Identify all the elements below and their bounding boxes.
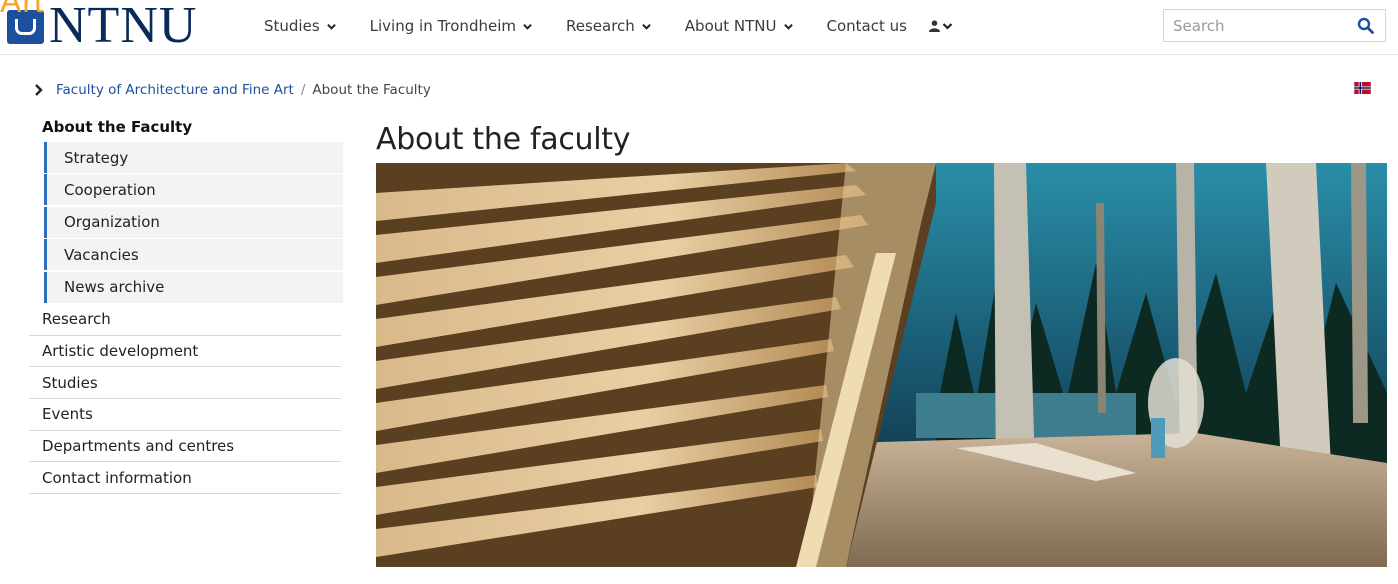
nav-living-in-trondheim[interactable]: Living in Trondheim <box>370 17 532 35</box>
user-icon <box>928 20 940 32</box>
nav-contact-label: Contact us <box>826 17 907 35</box>
sidebar-item-news-archive[interactable]: News archive <box>44 271 343 303</box>
search-input[interactable] <box>1164 10 1362 41</box>
nav-about-label: About NTNU <box>684 17 777 35</box>
main-nav: Studies Living in Trondheim Research Abo… <box>264 17 953 35</box>
search-box <box>1163 9 1386 42</box>
chevron-down-icon <box>783 23 793 30</box>
nav-living-label: Living in Trondheim <box>369 17 516 35</box>
hero-illustration <box>376 163 1387 567</box>
breadcrumb: Faculty of Architecture and Fine Art / A… <box>34 82 431 98</box>
sidebar-item-research[interactable]: Research <box>29 304 341 336</box>
norwegian-flag-icon[interactable] <box>1354 82 1371 94</box>
sidebar-item-strategy[interactable]: Strategy <box>44 142 343 173</box>
sidebar-item-events[interactable]: Events <box>29 399 341 431</box>
breadcrumb-faculty-link[interactable]: Faculty of Architecture and Fine Art <box>56 82 294 98</box>
sidebar-item-departments[interactable]: Departments and centres <box>29 431 341 463</box>
sidebar-item-vacancies[interactable]: Vacancies <box>44 239 343 271</box>
top-navigation-bar: NTNU Art Studies Living in Trondheim Res… <box>0 0 1398 55</box>
nav-studies[interactable]: Studies <box>264 17 336 35</box>
nav-research-label: Research <box>565 17 635 35</box>
sidebar-sublist: Strategy Cooperation Organization Vacanc… <box>44 142 343 303</box>
sidebar-item-studies[interactable]: Studies <box>29 367 341 400</box>
hero-image <box>376 163 1387 567</box>
nav-research[interactable]: Research <box>566 17 651 35</box>
logo-text: NTNU <box>49 0 198 54</box>
sidebar-item-cooperation[interactable]: Cooperation <box>44 174 343 206</box>
nav-contact-us[interactable]: Contact us <box>827 17 907 35</box>
user-menu[interactable] <box>928 20 953 32</box>
nav-studies-label: Studies <box>264 17 320 35</box>
chevron-right-icon <box>35 84 43 96</box>
sidebar-navigation: About the Faculty Strategy Cooperation O… <box>29 114 343 495</box>
sidebar-heading[interactable]: About the Faculty <box>29 114 341 142</box>
sidebar-item-contact-information[interactable]: Contact information <box>29 462 341 495</box>
chevron-down-icon <box>523 23 532 30</box>
page-title: About the faculty <box>376 122 631 157</box>
nav-about-ntnu[interactable]: About NTNU <box>685 17 793 35</box>
breadcrumb-current: About the Faculty <box>312 82 431 98</box>
chevron-down-icon <box>326 23 336 30</box>
chevron-down-icon <box>641 23 651 30</box>
sidebar-item-organization[interactable]: Organization <box>44 206 343 238</box>
breadcrumb-separator: / <box>300 82 306 98</box>
logo-overlay-text: Art <box>0 0 44 19</box>
search-icon[interactable] <box>1357 17 1375 35</box>
sidebar-item-artistic-development[interactable]: Artistic development <box>29 336 341 368</box>
chevron-down-icon <box>942 23 953 30</box>
